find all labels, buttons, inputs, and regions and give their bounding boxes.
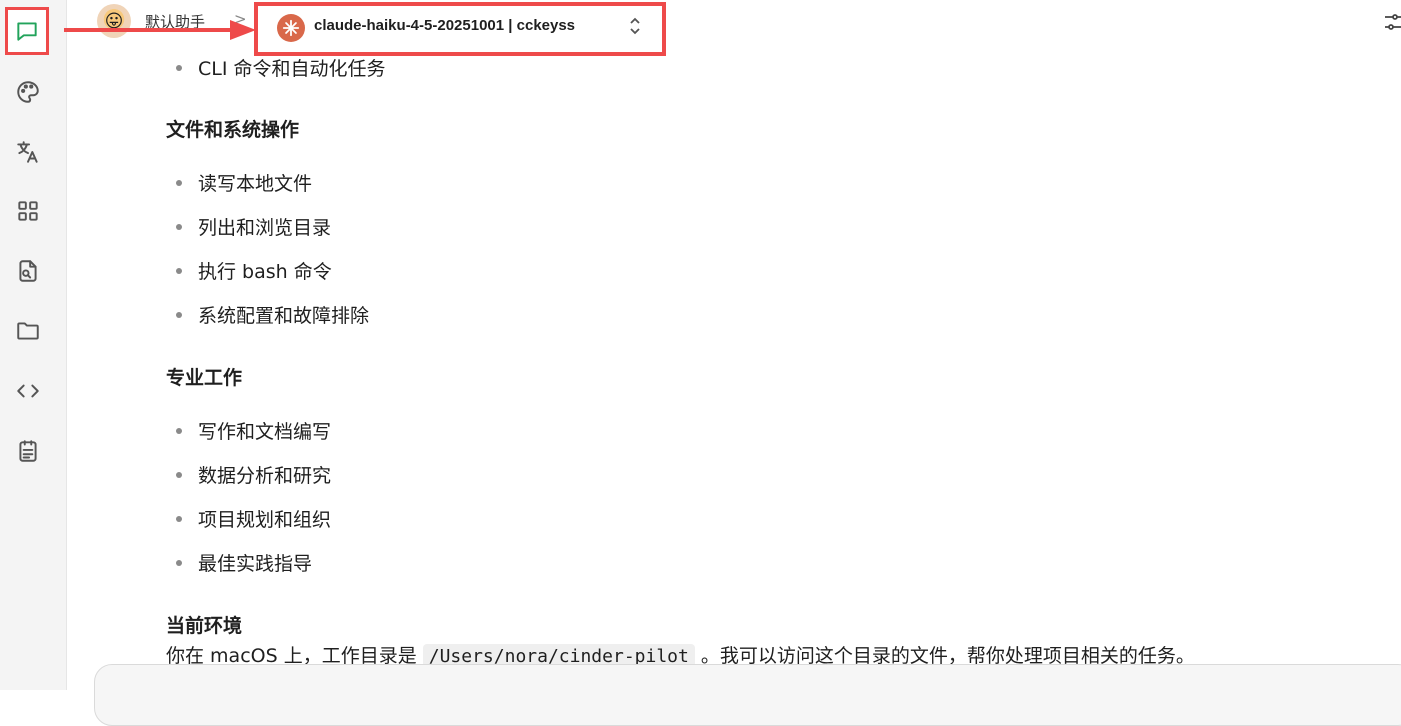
chevron-updown-icon (628, 16, 642, 36)
chat-input[interactable] (94, 664, 1401, 726)
sidebar-item-code[interactable] (8, 371, 48, 411)
sidebar-item-theme[interactable] (8, 72, 48, 112)
list-item: 最佳实践指导 (176, 549, 312, 576)
bullet-dot (176, 311, 182, 318)
sidebar-item-apps[interactable] (8, 191, 48, 231)
section-title: 文件和系统操作 (166, 119, 300, 141)
model-name: claude-haiku-4-5-20251001 | cckeyss (314, 17, 576, 34)
sidebar-item-translate[interactable] (8, 132, 48, 172)
list-item: 读写本地文件 (176, 169, 312, 196)
apps-grid-icon (18, 201, 38, 221)
bullet-dot (176, 267, 182, 274)
env-title: 当前环境 (166, 615, 243, 637)
file-search-icon (19, 260, 37, 282)
palette-icon (17, 81, 39, 103)
list-item: 写作和文档编写 (176, 417, 331, 444)
annotation-arrow (64, 20, 256, 40)
sidebar-item-folders[interactable] (8, 311, 48, 351)
sidebar (0, 0, 67, 690)
translate-icon (17, 141, 38, 163)
list-item: CLI 命令和自动化任务 (176, 54, 386, 81)
bullet-dot (176, 559, 182, 566)
list-item: 项目规划和组织 (176, 505, 331, 532)
bullet-dot (176, 64, 182, 71)
bullet-dot (176, 471, 182, 478)
bullet-dot (176, 223, 182, 230)
list-item: 系统配置和故障排除 (176, 301, 369, 328)
list-item: 数据分析和研究 (176, 461, 331, 488)
list-item: 执行 bash 命令 (176, 257, 332, 284)
chat-icon (17, 22, 37, 41)
code-icon (17, 384, 39, 398)
section-title: 专业工作 (166, 367, 243, 389)
folder-icon (17, 322, 39, 340)
sidebar-item-files-search[interactable] (8, 251, 48, 291)
bullet-dot (176, 179, 182, 186)
settings-sliders-icon[interactable] (1383, 10, 1401, 34)
model-logo-icon (277, 14, 305, 42)
list-item: 列出和浏览目录 (176, 213, 331, 240)
bullet-dot (176, 515, 182, 522)
sidebar-item-notes[interactable] (8, 431, 48, 471)
notes-icon (19, 440, 37, 462)
sidebar-item-chat[interactable] (5, 7, 49, 55)
model-selector[interactable]: claude-haiku-4-5-20251001 | cckeyss (254, 2, 666, 56)
bullet-dot (176, 427, 182, 434)
